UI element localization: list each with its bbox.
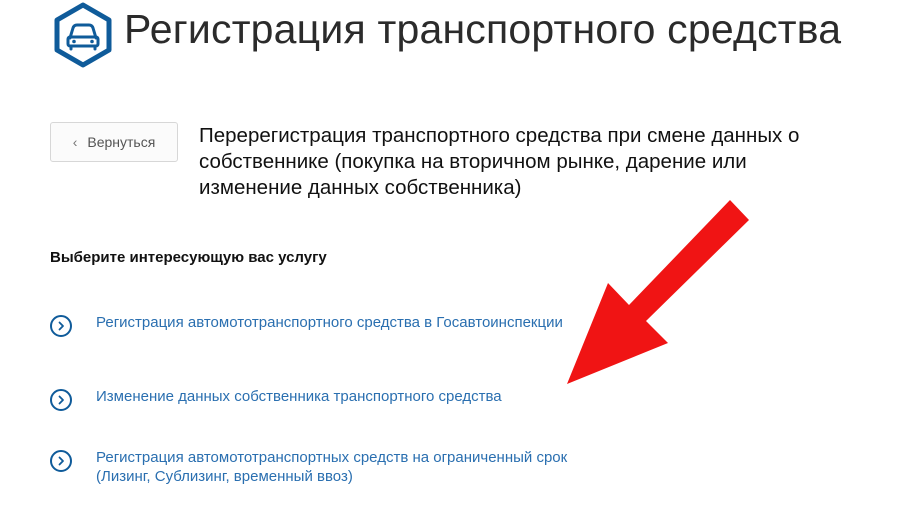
chevron-right-circle-icon bbox=[50, 389, 72, 411]
page-title: Регистрация транспортного средства bbox=[124, 6, 842, 52]
service-option-label[interactable]: Регистрация автомототранспортного средст… bbox=[96, 313, 616, 332]
chevron-right-circle-icon bbox=[50, 315, 72, 337]
back-button-label: Вернуться bbox=[87, 134, 156, 150]
page: Регистрация транспортного средства ‹ Вер… bbox=[0, 0, 902, 526]
service-title: Перерегистрация транспортного средства п… bbox=[199, 124, 800, 199]
service-option-registration[interactable]: Регистрация автомототранспортного средст… bbox=[50, 313, 616, 337]
service-option-label[interactable]: Изменение данных собственника транспортн… bbox=[96, 387, 616, 406]
service-option-owner-change[interactable]: Изменение данных собственника транспортн… bbox=[50, 387, 616, 411]
chevron-left-icon: ‹ bbox=[72, 134, 78, 150]
service-option-temporary-registration[interactable]: Регистрация автомототранспортных средств… bbox=[50, 448, 616, 486]
back-button[interactable]: ‹ Вернуться bbox=[50, 122, 178, 162]
red-arrow-annotation bbox=[567, 200, 749, 384]
chevron-right-circle-icon bbox=[50, 450, 72, 472]
car-hexagon-icon bbox=[54, 2, 112, 68]
section-heading: Выберите интересующую вас услугу bbox=[50, 249, 327, 266]
service-option-label[interactable]: Регистрация автомототранспортных средств… bbox=[96, 448, 616, 486]
